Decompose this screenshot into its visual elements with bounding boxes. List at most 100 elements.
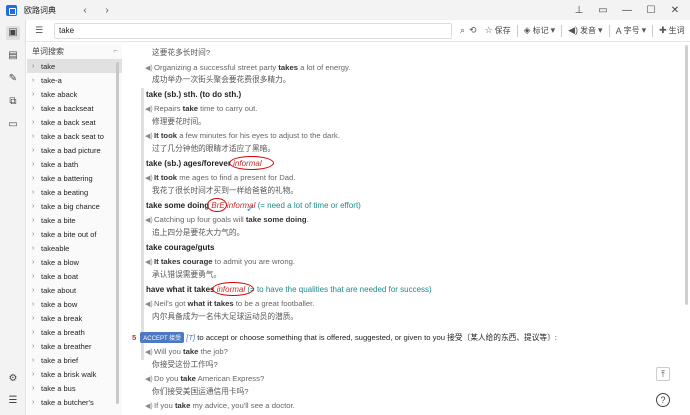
speaker-icon[interactable]: ◀) — [145, 216, 154, 224]
word-list-item-label: take aback — [41, 89, 78, 99]
word-list-item[interactable]: › take a back seat to — [27, 129, 122, 143]
word-list-item[interactable]: › take a bite out of — [27, 227, 122, 241]
word-list-item[interactable]: › take a bite — [27, 213, 122, 227]
word-list-item[interactable]: › take a bad picture — [27, 143, 122, 157]
folder-icon[interactable]: ▭ — [6, 118, 20, 132]
menu-icon[interactable]: ☰ — [6, 394, 20, 408]
phrase-heading: have what it takes informal (= to have t… — [146, 285, 432, 294]
word-list-item[interactable]: › take a bus — [27, 381, 122, 395]
vocabulary-button[interactable]: ✚ 生词 — [659, 25, 685, 36]
chevron-right-icon: › — [32, 384, 35, 392]
speaker-icon[interactable]: ◀) — [145, 375, 154, 383]
speaker-icon[interactable]: ◀) — [145, 64, 154, 72]
content-scrollbar[interactable] — [685, 45, 688, 305]
add-icon: ✚ — [659, 25, 667, 35]
scroll-to-top-button[interactable]: ⤒ — [656, 367, 670, 381]
speaker-icon[interactable]: ◀) — [145, 300, 154, 308]
sense-5: 5 ACCEPT 接受 [T] to accept or choose someth… — [132, 332, 557, 343]
restore-layout-icon[interactable]: ▭ — [596, 5, 610, 16]
pin-window-icon[interactable]: ⊥ — [572, 5, 586, 16]
example-sentence: ◀)If you take my advice, you'll see a do… — [145, 401, 295, 410]
word-list-item[interactable]: › take a beating — [27, 185, 122, 199]
word-list-item[interactable]: › take a bath — [27, 157, 122, 171]
sense-badge[interactable]: ACCEPT 接受 — [140, 332, 185, 343]
pronounce-button[interactable]: ◀) 发音 ▾ — [568, 25, 602, 36]
pin-icon[interactable]: ⌐ — [113, 46, 118, 55]
save-button[interactable]: ☆ 保存 — [485, 25, 511, 36]
word-list-item[interactable]: › take a blow — [27, 255, 122, 269]
word-list-title: 单词搜索 — [32, 47, 64, 56]
search-input[interactable] — [54, 22, 452, 39]
history-button[interactable]: ⟲ — [469, 25, 477, 36]
example-translation: 这要花多长时间? — [152, 48, 211, 57]
settings-icon[interactable]: ⚙ — [6, 372, 20, 386]
speaker-icon[interactable]: ◀) — [145, 105, 154, 113]
refresh-icon: ⟲ — [469, 25, 477, 35]
translate-icon[interactable]: ⧉ — [6, 95, 20, 109]
speaker-icon[interactable]: ◀) — [145, 348, 154, 356]
minimize-icon[interactable]: — — [620, 5, 634, 16]
word-list-item[interactable]: › take a break — [27, 311, 122, 325]
back-icon[interactable]: ‹ — [78, 5, 92, 16]
dictionary-icon[interactable]: ▣ — [6, 26, 20, 40]
close-icon[interactable]: ✕ — [668, 5, 682, 16]
edit-icon[interactable]: ✎ — [6, 72, 20, 86]
list-toggle-icon[interactable]: ☰ — [32, 25, 46, 36]
chevron-right-icon: › — [32, 370, 35, 378]
word-list-item[interactable]: › take a brisk walk — [27, 367, 122, 381]
chevron-right-icon: › — [32, 216, 35, 224]
chevron-right-icon: › — [32, 118, 35, 126]
handwritten-circle — [229, 156, 274, 170]
chevron-right-icon: › — [32, 300, 35, 308]
help-button[interactable]: ? — [656, 393, 670, 407]
example-translation: 你接受这份工作吗? — [152, 360, 218, 369]
word-list-item[interactable]: › take aback — [27, 87, 122, 101]
word-list-item[interactable]: › take a bow — [27, 297, 122, 311]
word-list-item[interactable]: › take a big chance — [27, 199, 122, 213]
example-sentence: ◀)It takes courage to admit you are wron… — [145, 257, 296, 266]
forward-icon[interactable]: › — [100, 5, 114, 16]
mark-button[interactable]: ◈ 标记 ▾ — [524, 25, 555, 36]
word-list-header: 单词搜索 ⌐ — [27, 44, 122, 59]
example-translation: 追上四分是要花大力气的。 — [152, 228, 245, 237]
example-translation: 过了几分钟他的眼睛才适应了黑暗。 — [152, 144, 276, 153]
word-list-item-label: take a breath — [41, 327, 85, 337]
word-list-item[interactable]: › take about — [27, 283, 122, 297]
word-list-item-label: take a bath — [41, 159, 79, 169]
word-list-item[interactable]: › take a breath — [27, 325, 122, 339]
tag-icon: ◈ — [523, 25, 531, 35]
speaker-icon[interactable]: ◀) — [145, 402, 154, 410]
speaker-icon[interactable]: ◀) — [145, 132, 154, 140]
book-icon[interactable]: ▤ — [6, 49, 20, 63]
word-list-item-label: take a bus — [41, 383, 76, 393]
maximize-icon[interactable]: ☐ — [644, 5, 658, 16]
word-list-item[interactable]: › take-a — [27, 73, 122, 87]
word-list-item[interactable]: › take a backseat — [27, 101, 122, 115]
word-list-item[interactable]: › take — [27, 59, 122, 73]
title-bar: 欧路词典 ‹ › ⊥ ▭ — ☐ ✕ — [0, 0, 690, 20]
divider — [561, 24, 563, 37]
chevron-down-icon: ▾ — [598, 25, 603, 35]
chevron-right-icon: › — [32, 146, 35, 154]
word-list-item[interactable]: › take a butcher's — [27, 395, 122, 409]
speaker-icon[interactable]: ◀) — [145, 174, 154, 182]
toolbar: ⌕ ⟲ ☆ 保存 ◈ 标记 ▾ ◀) 发音 ▾ A 字号 ▾ ✚ 生词 — [460, 24, 685, 37]
chevron-right-icon: › — [32, 174, 35, 182]
word-list-item[interactable]: › take a boat — [27, 269, 122, 283]
chevron-right-icon: › — [32, 258, 35, 266]
example-translation: 修理要花时间。 — [152, 117, 206, 126]
chevron-right-icon: › — [32, 244, 35, 252]
font-size-button[interactable]: A 字号 ▾ — [616, 25, 647, 36]
word-list-item[interactable]: › take a battering — [27, 171, 122, 185]
word-list-item[interactable]: › take a breather — [27, 339, 122, 353]
example-sentence: ◀)Will you take the job? — [145, 347, 228, 356]
word-list-item[interactable]: › takeable — [27, 241, 122, 255]
word-list-item-label: take about — [41, 285, 77, 295]
search-button[interactable]: ⌕ — [460, 25, 465, 36]
word-list-item[interactable]: › take a brief — [27, 353, 122, 367]
word-list-item[interactable]: › take a back seat — [27, 115, 122, 129]
speaker-icon[interactable]: ◀) — [145, 258, 154, 266]
word-list-scrollbar[interactable] — [116, 62, 119, 404]
word-list-item-label: take a back seat — [41, 117, 96, 127]
word-list-item-label: take a bite out of — [41, 229, 97, 239]
